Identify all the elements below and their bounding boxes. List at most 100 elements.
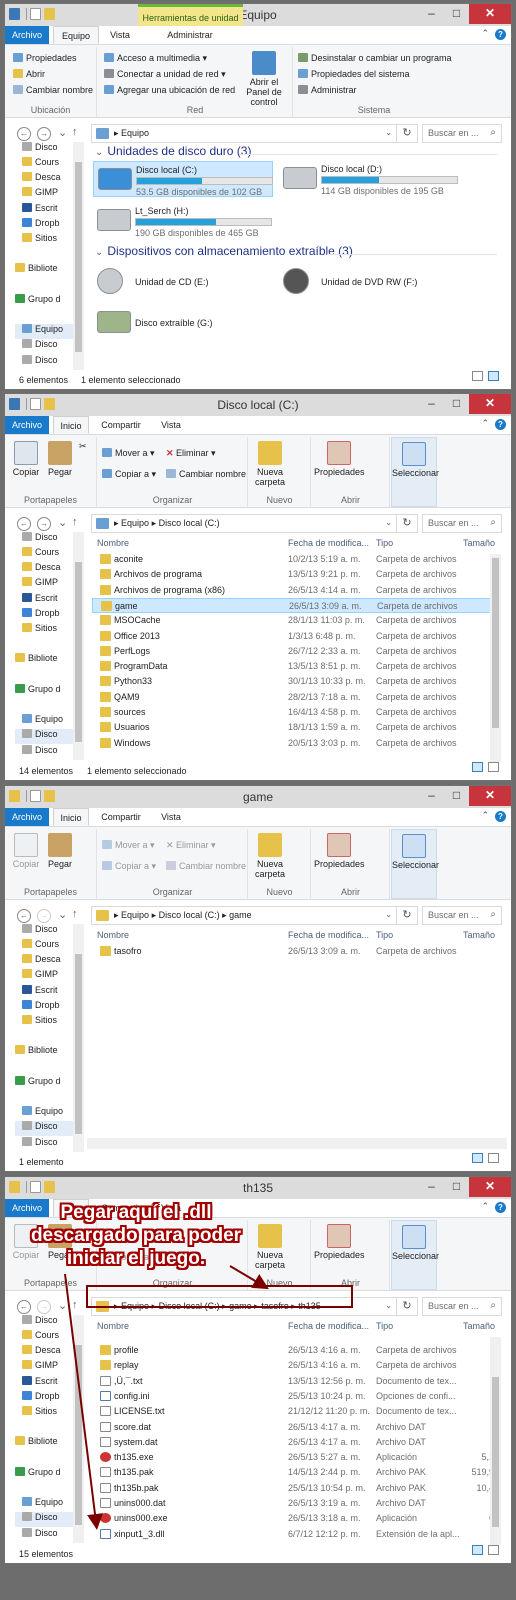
refresh-button[interactable]: ↻ (397, 906, 418, 925)
nav-item[interactable]: Escrit (22, 203, 74, 218)
nav-item[interactable]: Disco (22, 355, 74, 370)
nav-item[interactable]: GIMP (22, 577, 74, 592)
collapse-ribbon-icon[interactable]: ⌃ (481, 810, 489, 821)
file-row[interactable]: sources 16/4/13 4:58 p. m. Carpeta de arch… (92, 705, 497, 720)
file-row[interactable]: MSOCache 28/1/13 11:03 p. m. Carpeta de ar… (92, 613, 497, 628)
column-fecha[interactable]: Fecha de modifica... (288, 1315, 369, 1337)
close-button[interactable]: ✕ (469, 1177, 511, 1197)
maximize-button[interactable]: □ (444, 394, 469, 414)
cut-icon[interactable]: ✂ (79, 441, 87, 452)
back-button[interactable]: ← (17, 909, 31, 923)
details-view-icon[interactable] (472, 1545, 483, 1555)
search-input[interactable]: Buscar en ... ⌕ (422, 1297, 502, 1316)
nav-item[interactable]: Disco (22, 745, 74, 760)
nav-item[interactable]: Cours (22, 1330, 74, 1345)
forward-button[interactable]: → (37, 127, 51, 141)
nav-item[interactable]: Desca (22, 1345, 74, 1360)
collapse-ribbon-icon[interactable]: ⌃ (481, 418, 489, 429)
tiles-view-icon[interactable] (488, 1153, 499, 1163)
forward-button[interactable]: → (37, 1300, 51, 1314)
nav-item-disco-c[interactable]: Disco (15, 1121, 75, 1136)
column-tamano[interactable]: Tamaño (463, 1315, 495, 1337)
nav-item[interactable]: Cours (22, 939, 74, 954)
search-input[interactable]: Buscar en ... ⌕ (422, 514, 502, 533)
details-view-icon[interactable] (472, 762, 483, 772)
file-row[interactable]: QAM9 28/2/13 7:18 a. m. Carpeta de archivo… (92, 690, 497, 705)
column-tipo[interactable]: Tipo (376, 924, 393, 946)
maximize-button[interactable]: □ (444, 4, 469, 24)
tab-administrar[interactable]: Administrar (155, 26, 225, 44)
tab-archivo[interactable]: Archivo (5, 26, 49, 44)
nav-item-grupo[interactable]: Grupo d (15, 684, 67, 699)
up-button[interactable]: ↑ (72, 908, 78, 920)
file-row[interactable]: ,Ü,¯.txt 13/5/13 12:56 p. m. Documento de … (92, 1374, 497, 1389)
tab-compartir[interactable]: Compartir (95, 808, 147, 826)
tab-vista[interactable]: Vista (153, 808, 189, 826)
back-button[interactable]: ← (17, 1300, 31, 1314)
nav-item-disco-c[interactable]: Disco (15, 729, 75, 744)
refresh-button[interactable]: ↻ (397, 514, 418, 533)
tiles-view-icon[interactable] (488, 762, 499, 772)
nav-item-disco-c[interactable]: Disco (15, 1512, 75, 1527)
nav-item[interactable]: Disco (22, 924, 74, 939)
mover-a-button[interactable]: Mover a ▾ (102, 448, 155, 459)
minimize-button[interactable]: – (419, 394, 444, 414)
cambiar-nombre-button[interactable]: Cambiar nombre (13, 85, 93, 95)
nav-item[interactable]: Disco (22, 142, 74, 157)
recent-locations-icon[interactable]: ⌄ (58, 516, 67, 529)
nav-item[interactable]: Escrit (22, 593, 74, 608)
column-nombre[interactable]: Nombre (97, 1315, 129, 1337)
file-row[interactable]: th135.pak 14/5/13 2:44 p. m. Archivo PAK 51… (92, 1465, 497, 1480)
close-button[interactable]: ✕ (469, 4, 511, 24)
close-button[interactable]: ✕ (469, 394, 511, 414)
minimize-button[interactable]: – (419, 786, 444, 806)
nav-item[interactable]: Desca (22, 172, 74, 187)
propiedades-button[interactable]: Propiedades (13, 53, 77, 63)
nav-item-bibliotecas[interactable]: Bibliote (15, 1045, 67, 1060)
nueva-carpeta-button[interactable]: Nueva carpeta (253, 833, 287, 879)
file-row[interactable]: profile 26/5/13 4:16 a. m. Carpeta de arch… (92, 1343, 497, 1358)
nav-item-grupo[interactable]: Grupo d (15, 1467, 67, 1482)
nav-item[interactable]: Desca (22, 954, 74, 969)
nav-item-bibliotecas[interactable]: Bibliote (15, 1436, 67, 1451)
nav-item[interactable]: Disco (22, 1528, 74, 1543)
nav-item[interactable]: Disco (22, 1137, 74, 1152)
copiar-a-button[interactable]: Copiar a ▾ (102, 469, 156, 480)
nav-item-bibliotecas[interactable]: Bibliote (15, 653, 67, 668)
nav-item[interactable]: Desca (22, 562, 74, 577)
file-row[interactable]: PerfLogs 26/7/12 2:33 a. m. Carpeta de arc… (92, 644, 497, 659)
nav-item[interactable]: Cours (22, 547, 74, 562)
seleccionar-button[interactable]: Seleccionar (392, 442, 439, 478)
seleccionar-button[interactable]: Seleccionar (392, 834, 439, 870)
copiar-a-button[interactable]: Copiar a ▾ (102, 861, 156, 872)
search-input[interactable]: Buscar en ... ⌕ (422, 124, 502, 143)
nav-item[interactable]: Sitios (22, 233, 74, 248)
eliminar-button[interactable]: ✕ Eliminar ▾ (166, 448, 216, 459)
abrir-button[interactable]: Abrir (13, 69, 45, 79)
column-fecha[interactable]: Fecha de modifica... (288, 924, 369, 946)
nav-item[interactable]: Disco (22, 1315, 74, 1330)
desinstalar-button[interactable]: Desinstalar o cambiar un programa (298, 53, 452, 63)
recent-locations-icon[interactable]: ⌄ (58, 1299, 67, 1312)
nav-item[interactable]: Sitios (22, 1406, 74, 1421)
forward-button[interactable]: → (37, 517, 51, 531)
nav-item[interactable]: Disco (22, 339, 74, 354)
file-row[interactable]: score.dat 26/5/13 4:17 a. m. Archivo DAT (92, 1420, 497, 1435)
help-icon[interactable]: ? (495, 1202, 506, 1213)
file-row[interactable]: Windows 20/5/13 3:03 p. m. Carpeta de arch… (92, 736, 497, 751)
nav-scrollbar[interactable] (73, 532, 84, 760)
file-row[interactable]: tasofro 26/5/13 3:09 a. m. Carpeta de arch… (92, 944, 497, 959)
tab-compartir[interactable]: Compartir (95, 416, 147, 434)
tab-inicio[interactable]: Inicio (53, 808, 89, 826)
title-bar[interactable]: Disco local (C:) – □ ✕ (5, 394, 511, 416)
nav-item[interactable]: Cours (22, 157, 74, 172)
section-removable[interactable]: Dispositivos con almacenamiento extraíbl… (95, 244, 352, 258)
nav-item[interactable]: GIMP (22, 1360, 74, 1375)
nav-scrollbar[interactable] (73, 142, 84, 370)
file-row[interactable]: replay 26/5/13 4:16 a. m. Carpeta de archi… (92, 1358, 497, 1373)
administrar-button[interactable]: Administrar (298, 85, 357, 95)
nav-item-equipo[interactable]: Equipo (22, 1106, 74, 1121)
section-hard-drives[interactable]: Unidades de disco duro (3) (95, 144, 251, 158)
nav-item[interactable]: GIMP (22, 969, 74, 984)
file-row[interactable]: unins000.dat 26/5/13 3:19 a. m. Archivo DA… (92, 1496, 497, 1511)
